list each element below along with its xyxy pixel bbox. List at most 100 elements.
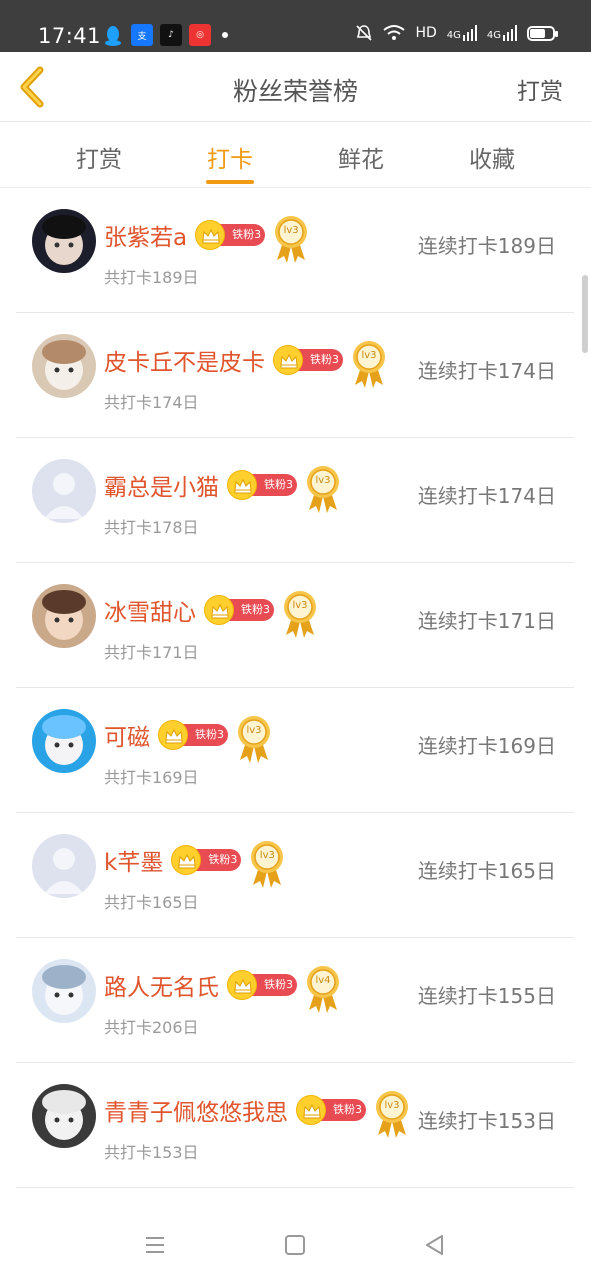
- list-item[interactable]: 路人无名氏 铁粉3 lv4 共打卡206日 连续打卡155日: [16, 938, 574, 1063]
- list-item[interactable]: 青青子佩悠悠我思 铁粉3 lv3 共打卡153日 连续打卡153日: [16, 1063, 574, 1188]
- name-line: 张紫若a 铁粉3 lv3: [104, 210, 309, 263]
- avatar[interactable]: [32, 709, 96, 773]
- name-line: 冰雪甜心 铁粉3 lv3: [104, 585, 318, 638]
- level-medal-icon: lv3: [351, 339, 387, 389]
- fan-level-badge: 铁粉3: [204, 595, 274, 625]
- crown-icon: [171, 845, 202, 875]
- user-name[interactable]: 可磁: [104, 718, 150, 752]
- name-line: 路人无名氏 铁粉3 lv4: [104, 960, 341, 1013]
- crown-icon: [195, 220, 226, 250]
- user-name[interactable]: 路人无名氏: [104, 968, 219, 1002]
- consecutive-checkin-count: 连续打卡189日: [417, 234, 556, 258]
- total-checkin-count: 共打卡178日: [104, 518, 199, 537]
- medal-level-label: lv3: [283, 225, 299, 236]
- mute-bell-icon: [356, 25, 373, 41]
- fan-level-badge: 铁粉3: [195, 220, 266, 250]
- user-name[interactable]: k芊墨: [104, 843, 163, 877]
- total-checkin-count: 共打卡153日: [104, 1143, 199, 1162]
- user-name[interactable]: 冰雪甜心: [104, 593, 196, 627]
- fan-level-badge: 铁粉3: [273, 345, 343, 375]
- medal-level-label: lv3: [384, 1100, 400, 1111]
- status-time: 17:41: [38, 24, 102, 48]
- medal-level-label: lv3: [292, 600, 308, 611]
- crown-icon: [158, 720, 188, 750]
- avatar[interactable]: [32, 959, 96, 1023]
- more-notifications-dot: [222, 32, 228, 38]
- total-checkin-count: 共打卡206日: [104, 1018, 199, 1037]
- list-item[interactable]: 可磁 铁粉3 lv3 共打卡169日 连续打卡169日: [16, 688, 574, 813]
- qq-icon: [102, 24, 124, 46]
- list-item[interactable]: 霸总是小猫 铁粉3 lv3 共打卡178日 连续打卡174日: [16, 438, 574, 563]
- medal-level-label: lv3: [259, 850, 275, 861]
- fan-level-badge: 铁粉3: [227, 470, 297, 500]
- avatar[interactable]: [32, 834, 96, 898]
- consecutive-checkin-count: 连续打卡174日: [417, 359, 556, 383]
- status-bar: 17:41 支 ♪ ◎ HD 4G 4G: [0, 0, 591, 52]
- list-item[interactable]: 冰雪甜心 铁粉3 lv3 共打卡171日 连续打卡171日: [16, 563, 574, 688]
- crown-icon: [227, 970, 257, 1000]
- list-item[interactable]: k芊墨 铁粉3 lv3 共打卡165日 连续打卡165日: [16, 813, 574, 938]
- consecutive-checkin-count: 连续打卡169日: [417, 734, 556, 758]
- alipay-icon: 支: [131, 24, 153, 46]
- reward-action-button[interactable]: 打赏: [517, 72, 563, 106]
- level-medal-icon: lv4: [305, 964, 341, 1014]
- level-medal-icon: lv3: [374, 1089, 410, 1139]
- fan-level-badge: 铁粉3: [158, 720, 228, 750]
- level-medal-icon: lv3: [249, 839, 285, 889]
- tab-bar: 打赏 打卡 鲜花 收藏: [0, 122, 591, 188]
- fan-level-badge: 铁粉3: [171, 845, 242, 875]
- title-bar: 粉丝荣誉榜 打赏: [0, 52, 591, 122]
- notification-icons: 支 ♪ ◎: [102, 24, 228, 46]
- level-medal-icon: lv3: [236, 714, 272, 764]
- battery-icon: [527, 25, 558, 41]
- tab-checkin[interactable]: 打卡: [190, 140, 270, 174]
- fan-level-badge: 铁粉3: [227, 970, 297, 1000]
- tab-favorites[interactable]: 收藏: [452, 140, 532, 174]
- medal-level-label: lv4: [315, 975, 331, 986]
- tab-flowers[interactable]: 鲜花: [321, 140, 401, 174]
- medal-level-label: lv3: [315, 475, 331, 486]
- signal-4g-2: 4G: [487, 25, 517, 41]
- user-name[interactable]: 霸总是小猫: [104, 468, 219, 502]
- avatar[interactable]: [32, 209, 96, 273]
- crown-icon: [204, 595, 234, 625]
- name-line: 皮卡丘不是皮卡 铁粉3 lv3: [104, 335, 387, 388]
- avatar[interactable]: [32, 459, 96, 523]
- consecutive-checkin-count: 连续打卡171日: [417, 609, 556, 633]
- hd-label: HD: [415, 25, 437, 41]
- fan-ranking-list: 张紫若a 铁粉3 lv3 共打卡189日 连续打卡189日 皮卡丘不是皮卡 铁粉3 lv3 共打…: [16, 188, 574, 1188]
- consecutive-checkin-count: 连续打卡153日: [417, 1109, 556, 1133]
- menu-icon[interactable]: [142, 1232, 168, 1258]
- wifi-icon: [383, 25, 406, 40]
- user-name[interactable]: 青青子佩悠悠我思: [104, 1093, 288, 1127]
- tab-reward[interactable]: 打赏: [59, 140, 139, 174]
- crown-icon: [227, 470, 257, 500]
- total-checkin-count: 共打卡189日: [104, 268, 199, 287]
- system-status: HD 4G 4G: [355, 24, 558, 42]
- square-icon[interactable]: [282, 1232, 308, 1258]
- scrollbar[interactable]: [582, 275, 588, 353]
- active-tab-indicator: [206, 180, 254, 184]
- total-checkin-count: 共打卡174日: [104, 393, 199, 412]
- app-notification-icon: ◎: [189, 24, 211, 46]
- user-name[interactable]: 张紫若a: [104, 218, 187, 252]
- level-medal-icon: lv3: [282, 589, 318, 639]
- triangle-back-icon[interactable]: [422, 1232, 448, 1258]
- medal-level-label: lv3: [361, 350, 377, 361]
- total-checkin-count: 共打卡171日: [104, 643, 199, 662]
- consecutive-checkin-count: 连续打卡155日: [417, 984, 556, 1008]
- avatar[interactable]: [32, 584, 96, 648]
- level-medal-icon: lv3: [305, 464, 341, 514]
- avatar[interactable]: [32, 334, 96, 398]
- avatar[interactable]: [32, 1084, 96, 1148]
- list-item[interactable]: 皮卡丘不是皮卡 铁粉3 lv3 共打卡174日 连续打卡174日: [16, 313, 574, 438]
- name-line: k芊墨 铁粉3 lv3: [104, 835, 285, 888]
- name-line: 霸总是小猫 铁粉3 lv3: [104, 460, 341, 513]
- medal-level-label: lv3: [246, 725, 262, 736]
- list-item[interactable]: 张紫若a 铁粉3 lv3 共打卡189日 连续打卡189日: [16, 188, 574, 313]
- total-checkin-count: 共打卡169日: [104, 768, 199, 787]
- name-line: 可磁 铁粉3 lv3: [104, 710, 272, 763]
- system-navigation-bar: [0, 1210, 591, 1280]
- fan-level-badge: 铁粉3: [296, 1095, 366, 1125]
- user-name[interactable]: 皮卡丘不是皮卡: [104, 343, 265, 377]
